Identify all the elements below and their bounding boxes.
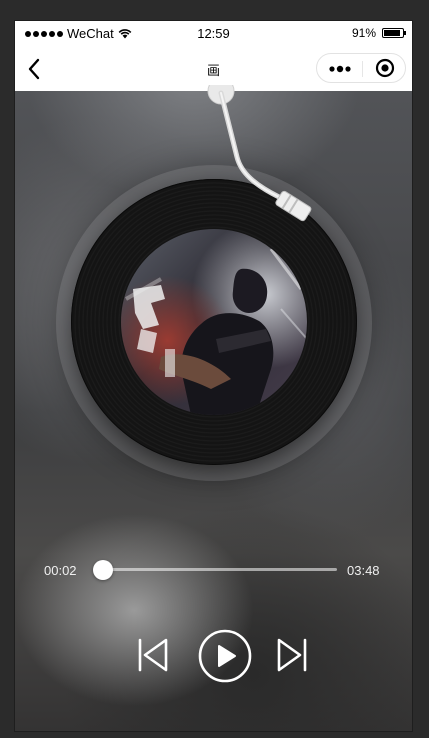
progress-slider[interactable] — [101, 568, 337, 571]
progress-row: 00:02 03:48 — [15, 557, 412, 583]
playback-controls — [15, 625, 412, 685]
skip-previous-icon[interactable] — [136, 637, 170, 673]
album-cover — [121, 229, 307, 415]
skip-next-icon[interactable] — [275, 637, 309, 673]
play-icon[interactable] — [197, 628, 253, 684]
battery-status: 91% — [351, 26, 406, 40]
battery-percent: 91% — [351, 26, 376, 40]
total-time: 03:48 — [347, 563, 380, 578]
record-player — [15, 85, 412, 521]
phone-frame: WeChat 12:59 91% 画 00:02 03:48 — [14, 20, 413, 732]
tonearm — [207, 85, 312, 222]
target-circle-icon[interactable] — [375, 58, 395, 78]
status-bar: WeChat 12:59 91% — [15, 21, 412, 47]
more-dots-icon[interactable] — [327, 60, 353, 78]
current-time: 00:02 — [44, 563, 77, 578]
battery-level — [384, 30, 401, 36]
album-art-image — [121, 229, 307, 415]
mini-program-capsule — [316, 53, 406, 83]
battery-icon — [382, 28, 406, 38]
capsule-divider — [362, 61, 363, 77]
progress-thumb[interactable] — [93, 560, 114, 580]
